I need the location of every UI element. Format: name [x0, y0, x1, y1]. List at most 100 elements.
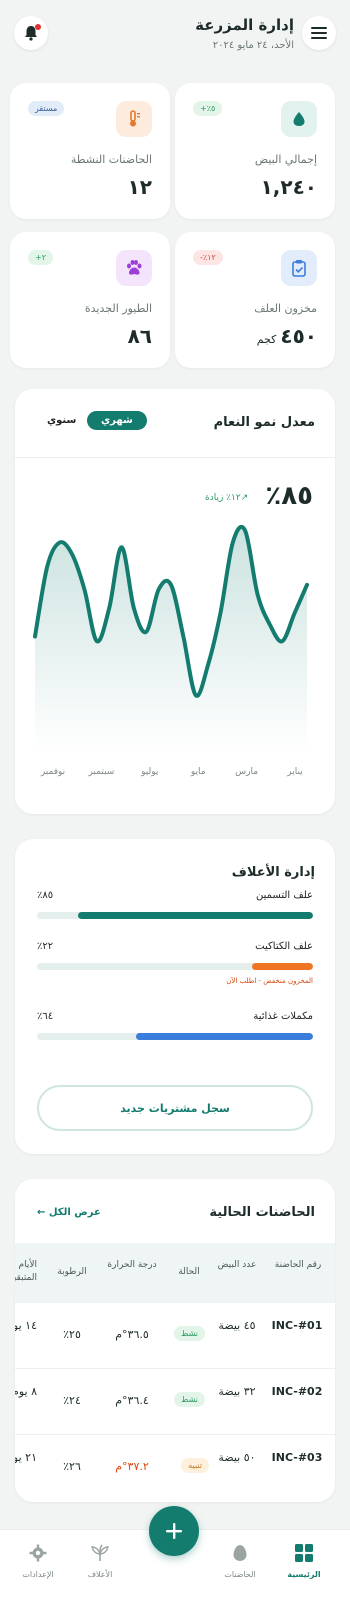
x-tick-label: يناير: [286, 767, 303, 777]
stat-icon-box: [116, 250, 152, 286]
nav-item-settings[interactable]: الإعدادات: [8, 1544, 68, 1579]
growth-chart-card: معدل نمو النعام شهري سنوي ٨٥٪ ↗١٢٪ زيادة…: [15, 389, 335, 814]
col-header-humidity: الرطوبة: [57, 1267, 87, 1277]
cell-humidity: ٢٤٪: [63, 1394, 81, 1407]
cell-eggs: ٣٢ بيضة: [218, 1385, 256, 1398]
nav-label: الإعدادات: [22, 1570, 54, 1579]
paw-icon: [127, 260, 142, 275]
feed-item-percent: ٢٢٪: [37, 941, 54, 952]
grid-icon: [295, 1544, 313, 1562]
notification-dot: [35, 24, 41, 30]
stat-badge: ٥٪+: [193, 101, 223, 116]
app-header: إدارة المزرعة الأحد، ٢٤ مايو ٢٠٢٤: [0, 0, 350, 66]
nav-item-home[interactable]: الرئيسية: [274, 1544, 334, 1579]
stat-icon-box: [116, 101, 152, 137]
growth-chart: يناير مارس مايو يوليو سبتمبر نوفمبر: [33, 525, 309, 777]
cell-days-left: ٢١ يوم: [15, 1451, 37, 1464]
stat-value-number: ١٢: [127, 175, 152, 199]
cell-eggs: ٥٠ بيضة: [218, 1451, 256, 1464]
nav-label: الأعلاف: [87, 1570, 113, 1579]
table-row[interactable]: INC-#03 ٥٠ بيضة تنبيه ٣٧.٢°م ٢٦٪ ٢١ يوم: [15, 1435, 335, 1501]
cell-temperature: ٣٦.٤°م: [115, 1394, 149, 1407]
stat-value-number: ٨٦: [127, 324, 152, 348]
feed-progress-track: [37, 912, 313, 919]
thermometer-icon: [130, 110, 140, 127]
farm-dashboard: إدارة المزرعة الأحد، ٢٤ مايو ٢٠٢٤ ٥٪+ إج…: [0, 0, 350, 1600]
stat-card-new-birds[interactable]: ٢+ الطيور الجديدة ٨٦: [10, 232, 170, 368]
col-header-temperature: درجة الحرارة: [107, 1260, 157, 1270]
stat-value: ١,٢٤٠: [261, 175, 317, 199]
table-row[interactable]: INC-#02 ٣٢ بيضة نشط ٣٦.٤°م ٢٤٪ ٨ يوم: [15, 1369, 335, 1435]
page-title: إدارة المزرعة: [195, 16, 294, 34]
sprout-icon: [91, 1544, 109, 1561]
stat-badge: ٢+: [28, 250, 53, 265]
status-badge: تنبيه: [181, 1458, 209, 1473]
cell-id: INC-#02: [271, 1385, 323, 1398]
stat-icon-box: [281, 101, 317, 137]
feed-low-stock-warning: المخزون منخفض - اطلب الآن: [226, 977, 313, 985]
stat-badge: ١٢٪-: [193, 250, 223, 265]
stat-value: ١٢: [128, 175, 152, 199]
nav-label: الرئيسية: [287, 1570, 321, 1579]
incubators-title: الحاضنات الحالية: [209, 1205, 315, 1220]
egg-icon: [233, 1545, 247, 1561]
feed-item-name: علف التسمين: [256, 890, 313, 901]
view-all-link[interactable]: عرض الكل ←: [37, 1207, 101, 1218]
water-drop-icon: [293, 112, 305, 126]
col-header-days-left: الأيام المتبقية: [15, 1260, 37, 1283]
stat-card-feed-stock[interactable]: ١٢٪- مخزون العلف ٤٥٠كجم: [175, 232, 335, 368]
stat-value: ٤٥٠كجم: [257, 324, 317, 348]
stat-label: مخزون العلف: [254, 302, 317, 315]
feed-management-card: إدارة الأعلاف علف التسمين ٨٥٪ علف الكتاك…: [15, 839, 335, 1154]
feed-progress-fill: [136, 1033, 313, 1040]
cell-humidity: ٢٦٪: [63, 1460, 81, 1473]
gear-icon: [29, 1544, 47, 1562]
status-badge: نشط: [174, 1326, 205, 1341]
feed-item-percent: ٨٥٪: [37, 890, 54, 901]
status-badge: نشط: [174, 1392, 205, 1407]
stat-value: ٨٦: [128, 324, 152, 348]
nav-label: الحاضنات: [224, 1570, 256, 1579]
feed-progress-fill: [78, 912, 313, 919]
stat-label: الحاضنات النشطة: [70, 153, 152, 166]
stat-unit: كجم: [256, 333, 277, 346]
col-header-id: رقم الحاضنة: [274, 1260, 322, 1270]
stat-label: الطيور الجديدة: [84, 302, 152, 315]
stat-value-number: ٤٥٠: [280, 324, 317, 348]
add-fab-button[interactable]: [149, 1506, 199, 1556]
feed-management-title: إدارة الأعلاف: [231, 865, 315, 880]
feed-progress-fill: [252, 963, 313, 970]
cell-days-left: ٨ يوم: [15, 1385, 37, 1398]
cell-id: INC-#03: [271, 1451, 323, 1464]
stat-badge: مستقر: [28, 101, 65, 116]
col-header-status: الحالة: [178, 1267, 200, 1277]
stat-card-total-eggs[interactable]: ٥٪+ إجمالي البيض ١,٢٤٠: [175, 83, 335, 219]
x-tick-label: يوليو: [140, 767, 159, 777]
cell-humidity: ٢٥٪: [63, 1328, 81, 1341]
stat-card-active-incubators[interactable]: مستقر الحاضنات النشطة ١٢: [10, 83, 170, 219]
nav-item-incubators[interactable]: الحاضنات: [210, 1544, 270, 1579]
table-row[interactable]: INC-#01 ٤٥ بيضة نشط ٣٦.٥°م ٢٥٪ ١٤ يوم: [15, 1303, 335, 1369]
x-tick-label: مارس: [235, 767, 258, 777]
notification-button[interactable]: [14, 16, 48, 50]
feed-item-percent: ٦٤٪: [37, 1011, 54, 1022]
stat-value-number: ١,٢٤٠: [260, 175, 317, 199]
x-tick-label: سبتمبر: [87, 767, 114, 777]
cell-temperature: ٣٦.٥°م: [115, 1328, 149, 1341]
feed-progress-track: [37, 1033, 313, 1040]
cell-eggs: ٤٥ بيضة: [218, 1319, 256, 1332]
incubators-card: الحاضنات الحالية عرض الكل ← رقم الحاضنة …: [15, 1179, 335, 1502]
cell-id: INC-#01: [271, 1319, 323, 1332]
cell-days-left: ١٤ يوم: [15, 1319, 37, 1332]
incubators-table-header: رقم الحاضنة عدد البيض الحالة درجة الحرار…: [15, 1243, 335, 1303]
new-purchase-button[interactable]: سجل مشتريات جديد: [37, 1085, 313, 1131]
x-tick-label: نوفمبر: [40, 767, 65, 777]
feed-progress-track: [37, 963, 313, 970]
page-date: الأحد، ٢٤ مايو ٢٠٢٤: [212, 40, 294, 51]
nav-item-feed[interactable]: الأعلاف: [70, 1544, 130, 1579]
menu-button[interactable]: [302, 16, 336, 50]
clipboard-check-icon: [292, 260, 306, 277]
plus-icon: [166, 1523, 182, 1539]
feed-item-name: علف الكتاكيت: [255, 941, 313, 952]
x-tick-label: مايو: [190, 767, 206, 777]
